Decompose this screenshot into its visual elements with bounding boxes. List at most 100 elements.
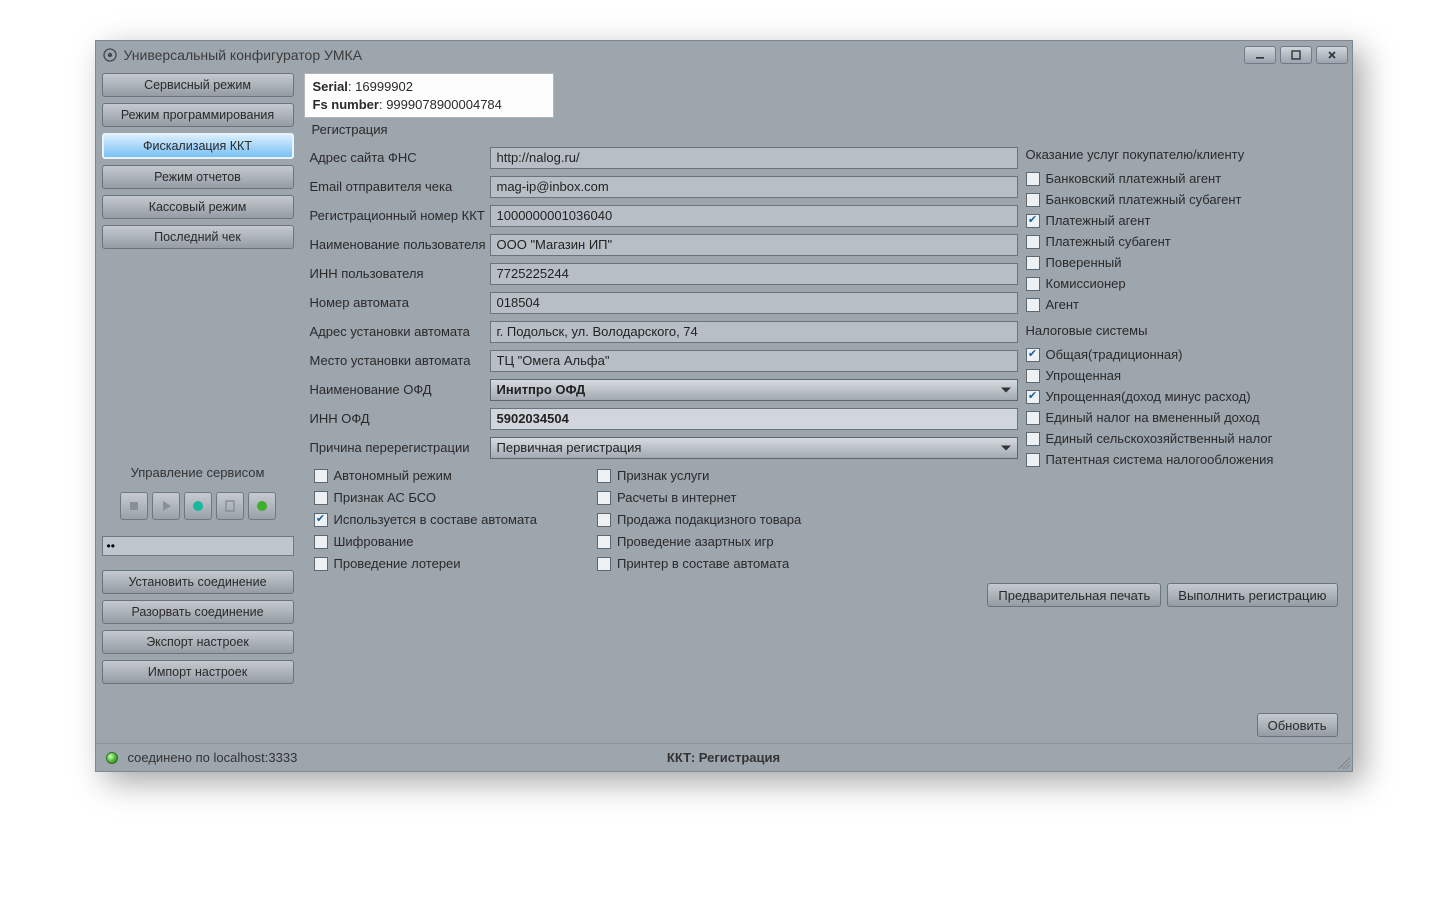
register-button[interactable]: Выполнить регистрацию (1167, 583, 1337, 607)
tool-status-icon[interactable] (248, 492, 276, 520)
tax-item-label: Единый сельскохозяйственный налог (1046, 431, 1273, 446)
email-label: Email отправителя чека (310, 179, 490, 194)
reg-opt-left-label: Автономный режим (334, 468, 452, 483)
tax-item-checkbox[interactable] (1026, 411, 1040, 425)
reg-opt-left-checkbox[interactable] (314, 535, 328, 549)
title-bar: Универсальный конфигуратор УМКА (96, 41, 1352, 69)
reg-opt-right-checkbox[interactable] (597, 469, 611, 483)
service-item-label: Банковский платежный агент (1046, 171, 1222, 186)
username-label: Наименование пользователя (310, 237, 490, 252)
ofd-label: Наименование ОФД (310, 382, 490, 397)
reg-opt-left-label: Шифрование (334, 534, 414, 549)
service-item-label: Платежный агент (1046, 213, 1151, 228)
reg-opt-left-checkbox[interactable] (314, 469, 328, 483)
auto-no-input[interactable] (490, 292, 1018, 314)
reg-opt-right-checkbox[interactable] (597, 535, 611, 549)
disconnect-button[interactable]: Разорвать соединение (102, 600, 294, 624)
service-item-row: Платежный агент (1026, 210, 1340, 231)
tool-stop-icon[interactable] (120, 492, 148, 520)
maximize-button[interactable] (1280, 46, 1312, 64)
reg-opt-right-checkbox[interactable] (597, 557, 611, 571)
reg-opt-left-label: Используется в составе автомата (334, 512, 537, 527)
reg-opt-left-checkbox[interactable] (314, 557, 328, 571)
reg-opt-left-checkbox[interactable] (314, 491, 328, 505)
reg-opt-left-row: Проведение лотереи (314, 556, 537, 571)
tax-item-row: Упрощенная (1026, 365, 1340, 386)
regnum-label: Регистрационный номер ККТ (310, 208, 490, 223)
regnum-input[interactable] (490, 205, 1018, 227)
service-toolbar (102, 492, 294, 520)
resize-grip-icon[interactable] (1338, 757, 1350, 769)
status-center-text: ККТ: Регистрация (667, 750, 780, 765)
tool-play-icon[interactable] (152, 492, 180, 520)
service-item-checkbox[interactable] (1026, 277, 1040, 291)
nav-programming-mode[interactable]: Режим программирования (102, 103, 294, 127)
tax-item-checkbox[interactable] (1026, 348, 1040, 362)
addr-input[interactable] (490, 321, 1018, 343)
username-input[interactable] (490, 234, 1018, 256)
inn-label: ИНН пользователя (310, 266, 490, 281)
auto-no-label: Номер автомата (310, 295, 490, 310)
reg-opt-right-row: Признак услуги (597, 468, 801, 483)
place-input[interactable] (490, 350, 1018, 372)
reg-opt-left-label: Проведение лотереи (334, 556, 461, 571)
tax-item-checkbox[interactable] (1026, 390, 1040, 404)
reg-opt-right-label: Принтер в составе автомата (617, 556, 789, 571)
reg-opt-right-row: Принтер в составе автомата (597, 556, 801, 571)
minimize-button[interactable] (1244, 46, 1276, 64)
reg-opt-right-checkbox[interactable] (597, 491, 611, 505)
nav-reports-mode[interactable]: Режим отчетов (102, 165, 294, 189)
import-settings-button[interactable]: Импорт настроек (102, 660, 294, 684)
tax-item-checkbox[interactable] (1026, 432, 1040, 446)
service-item-checkbox[interactable] (1026, 214, 1040, 228)
nav-service-mode[interactable]: Сервисный режим (102, 73, 294, 97)
inn-input[interactable] (490, 263, 1018, 285)
nav-last-receipt[interactable]: Последний чек (102, 225, 294, 249)
service-item-row: Платежный субагент (1026, 231, 1340, 252)
reg-opt-left-checkbox[interactable] (314, 513, 328, 527)
tool-record-icon[interactable] (184, 492, 212, 520)
app-icon (102, 47, 118, 63)
service-input[interactable] (102, 536, 294, 556)
tax-item-label: Упрощенная(доход минус расход) (1046, 389, 1251, 404)
registration-title: Регистрация (304, 118, 1346, 143)
place-label: Место установки автомата (310, 353, 490, 368)
refresh-button[interactable]: Обновить (1257, 713, 1338, 737)
services-title: Оказание услуг покупателю/клиенту (1026, 143, 1340, 168)
tax-item-checkbox[interactable] (1026, 453, 1040, 467)
window: Универсальный конфигуратор УМКА Сервисны… (95, 40, 1353, 772)
service-item-checkbox[interactable] (1026, 193, 1040, 207)
tax-item-checkbox[interactable] (1026, 369, 1040, 383)
nav-fiscalization[interactable]: Фискализация ККТ (102, 133, 294, 159)
ofd-inn-input[interactable] (490, 408, 1018, 430)
tool-page-icon[interactable] (216, 492, 244, 520)
service-item-checkbox[interactable] (1026, 256, 1040, 270)
connection-status-icon (106, 752, 118, 764)
tax-item-row: Общая(традиционная) (1026, 344, 1340, 365)
close-button[interactable] (1316, 46, 1348, 64)
reg-opt-left-label: Признак АС БСО (334, 490, 437, 505)
sidebar: Сервисный режим Режим программирования Ф… (102, 73, 294, 743)
tax-item-row: Упрощенная(доход минус расход) (1026, 386, 1340, 407)
service-item-checkbox[interactable] (1026, 235, 1040, 249)
fns-input[interactable] (490, 147, 1018, 169)
reg-opt-left-row: Шифрование (314, 534, 537, 549)
export-settings-button[interactable]: Экспорт настроек (102, 630, 294, 654)
ofd-select[interactable]: Инитпро ОФД (490, 379, 1018, 401)
service-item-checkbox[interactable] (1026, 172, 1040, 186)
addr-label: Адрес установки автомата (310, 324, 490, 339)
reason-select[interactable]: Первичная регистрация (490, 437, 1018, 459)
reg-opt-right-row: Проведение азартных игр (597, 534, 801, 549)
ofd-inn-label: ИНН ОФД (310, 411, 490, 426)
service-item-checkbox[interactable] (1026, 298, 1040, 312)
reg-opt-left-row: Автономный режим (314, 468, 537, 483)
tax-item-row: Единый налог на вмененный доход (1026, 407, 1340, 428)
email-input[interactable] (490, 176, 1018, 198)
preview-print-button[interactable]: Предварительная печать (987, 583, 1161, 607)
serial-label: Serial (313, 79, 348, 94)
service-item-label: Поверенный (1046, 255, 1122, 270)
nav-cash-mode[interactable]: Кассовый режим (102, 195, 294, 219)
connect-button[interactable]: Установить соединение (102, 570, 294, 594)
reg-opt-right-label: Признак услуги (617, 468, 709, 483)
reg-opt-right-checkbox[interactable] (597, 513, 611, 527)
